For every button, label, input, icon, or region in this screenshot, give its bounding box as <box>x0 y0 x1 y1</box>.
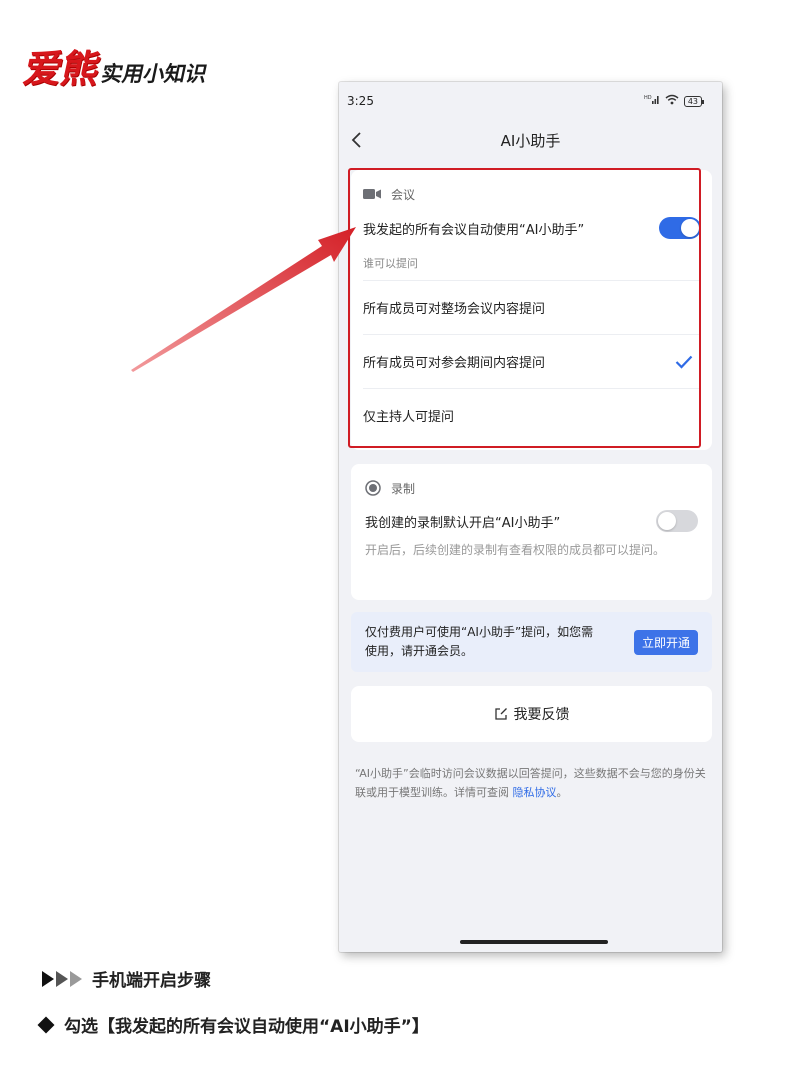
signal-icon: HD <box>644 94 660 108</box>
status-icons: HD 43 <box>644 94 705 108</box>
recording-auto-ai-row: 我创建的录制默认开启“AI小助手” <box>365 510 698 532</box>
steps-caption: 手机端开启步骤 <box>42 966 211 991</box>
back-button[interactable] <box>344 128 368 152</box>
toggle-knob <box>681 219 699 237</box>
phone-screen: 3:25 HD 43 AI小助手 会议 我发起的所有会议自动使用“AI小助手” … <box>339 82 722 952</box>
meeting-auto-ai-label: 我发起的所有会议自动使用“AI小助手” <box>363 222 585 238</box>
recording-description: 开启后，后续创建的录制有查看权限的成员都可以提问。 <box>365 543 666 557</box>
option-whole-meeting[interactable]: 所有成员可对整场会议内容提问 <box>363 280 701 334</box>
checkmark-icon <box>675 355 693 369</box>
diamond-bullet-icon <box>37 1016 55 1033</box>
home-indicator <box>460 940 608 944</box>
edit-icon <box>494 708 507 720</box>
option-label: 仅主持人可提问 <box>363 410 455 425</box>
recording-auto-ai-label: 我创建的录制默认开启“AI小助手” <box>365 515 561 531</box>
feedback-label: 我要反馈 <box>513 707 570 723</box>
recording-section-label: 录制 <box>391 481 416 496</box>
triple-arrow-icon <box>42 970 82 987</box>
meeting-section-label: 会议 <box>391 187 416 202</box>
record-icon <box>365 480 381 496</box>
wifi-icon <box>665 94 679 108</box>
footnote-suffix: 。 <box>556 786 568 799</box>
recording-auto-ai-toggle[interactable] <box>656 510 698 532</box>
meeting-auto-ai-toggle[interactable] <box>659 217 701 239</box>
question-options-list: 所有成员可对整场会议内容提问 所有成员可对参会期间内容提问 仅主持人可提问 <box>363 280 701 442</box>
open-membership-button[interactable]: 立即开通 <box>633 629 698 655</box>
brand-logo: 爱熊 实用小知识 <box>20 38 215 91</box>
recording-section-header: 录制 <box>365 474 698 502</box>
privacy-footnote: “AI小助手”会临时访问会议数据以回答提问，这些数据不会与您的身份关联或用于模型… <box>355 764 709 802</box>
instruction-line: 勾选【我发起的所有会议自动使用“AI小助手”】 <box>37 1012 429 1037</box>
recording-settings-card: 录制 我创建的录制默认开启“AI小助手” 开启后，后续创建的录制有查看权限的成员… <box>351 464 712 600</box>
video-camera-icon <box>363 189 381 199</box>
chevron-left-icon <box>351 132 361 148</box>
toggle-knob <box>658 512 676 530</box>
page-title: AI小助手 <box>500 131 561 150</box>
status-time: 3:25 <box>347 94 374 108</box>
option-label: 所有成员可对整场会议内容提问 <box>363 302 546 317</box>
nav-bar: AI小助手 <box>339 120 722 160</box>
meeting-settings-card: 会议 我发起的所有会议自动使用“AI小助手” 谁可以提问 所有成员可对整场会议内… <box>351 170 712 450</box>
who-can-ask-header: 谁可以提问 <box>363 257 418 270</box>
instruction-text: 勾选【我发起的所有会议自动使用“AI小助手”】 <box>64 1017 429 1037</box>
svg-text:HD: HD <box>644 95 652 101</box>
battery-indicator: 43 <box>683 95 705 107</box>
option-during-attendance[interactable]: 所有成员可对参会期间内容提问 <box>363 334 701 388</box>
membership-notice: 仅付费用户可使用“AI小助手”提问，如您需使用，请开通会员。 立即开通 <box>351 612 712 672</box>
membership-text: 仅付费用户可使用“AI小助手”提问，如您需使用，请开通会员。 <box>365 625 594 658</box>
steps-label: 手机端开启步骤 <box>92 971 211 991</box>
brand-name: 爱熊 <box>20 47 104 91</box>
brand-tagline: 实用小知识 <box>99 62 210 86</box>
status-bar: 3:25 HD 43 <box>339 82 722 120</box>
option-label: 所有成员可对参会期间内容提问 <box>363 356 546 371</box>
meeting-auto-ai-row: 我发起的所有会议自动使用“AI小助手” <box>363 217 701 239</box>
meeting-section-header: 会议 <box>363 180 415 208</box>
privacy-policy-link[interactable]: 隐私协议 <box>513 786 557 799</box>
option-host-only[interactable]: 仅主持人可提问 <box>363 388 701 442</box>
feedback-button[interactable]: 我要反馈 <box>351 686 712 742</box>
